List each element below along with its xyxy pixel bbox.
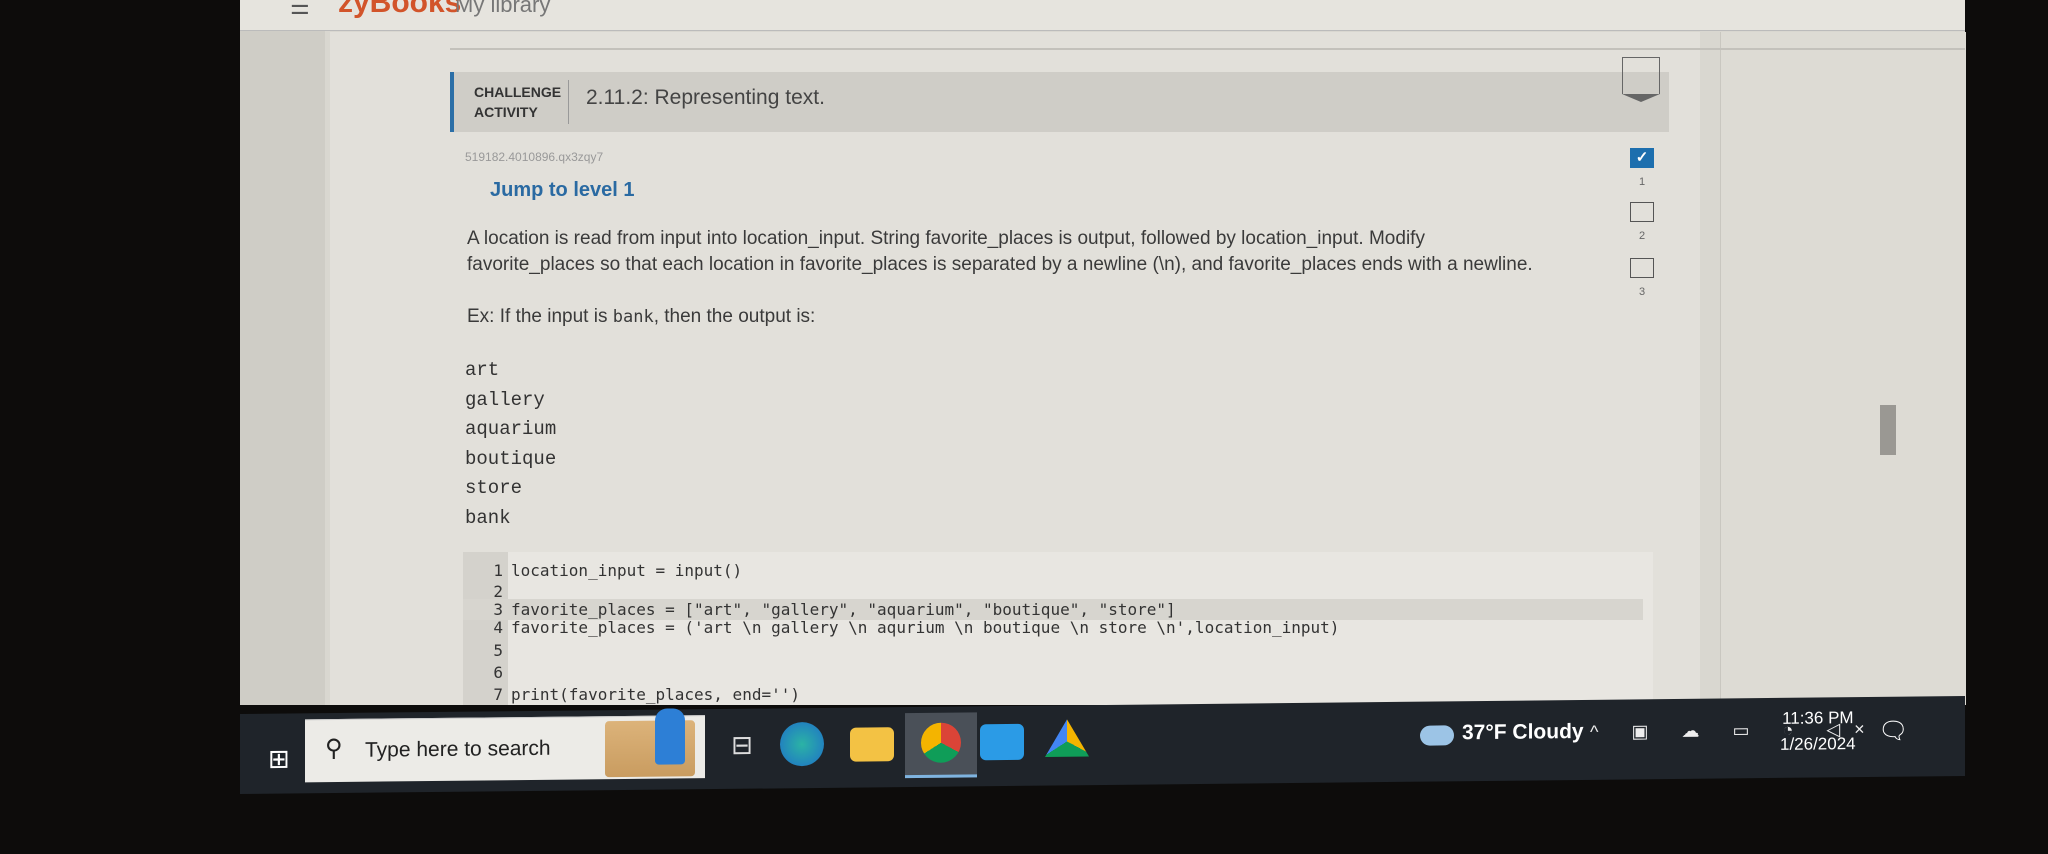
taskbar-search[interactable]: ⚲ Type here to search bbox=[305, 708, 705, 783]
code-line[interactable]: 4 favorite_places = ('art \n gallery \n a… bbox=[463, 617, 1339, 638]
challenge-header: CHALLENGE ACTIVITY 2.11.2: Representing t… bbox=[450, 72, 1669, 132]
chrome-icon[interactable] bbox=[905, 712, 977, 779]
left-sidebar bbox=[240, 30, 325, 705]
search-placeholder: Type here to search bbox=[365, 736, 551, 762]
right-panel bbox=[1720, 32, 1966, 705]
breadcrumb[interactable]: My library bbox=[455, 0, 550, 18]
notification-icon[interactable]: 🗨 bbox=[1878, 717, 1908, 746]
weather-text[interactable]: 37°F Cloudy bbox=[1462, 720, 1584, 745]
scrollbar-thumb[interactable] bbox=[1880, 405, 1896, 455]
clock[interactable]: 11:36 PM 1/26/2024 bbox=[1780, 705, 1856, 758]
code-line[interactable]: 1 location_input = input() bbox=[463, 560, 742, 581]
prompt-text: A location is read from input into locat… bbox=[467, 228, 1533, 275]
menu-icon[interactable]: ☰ bbox=[290, 0, 310, 20]
example-text: Ex: If the input is bank, then the outpu… bbox=[467, 306, 816, 327]
bookmark-icon[interactable] bbox=[1622, 57, 1660, 102]
code-line[interactable]: 5 bbox=[463, 640, 511, 661]
google-drive-icon[interactable] bbox=[1045, 719, 1089, 763]
task-view-icon[interactable]: ⊟ bbox=[720, 723, 764, 767]
jump-to-level-link[interactable]: Jump to level 1 bbox=[490, 179, 635, 202]
windows-start-icon[interactable]: ⊞ bbox=[268, 744, 290, 775]
search-icon: ⚲ bbox=[325, 734, 343, 763]
code-editor[interactable]: 1 location_input = input() 2 3 favorite_pl… bbox=[463, 552, 1653, 705]
mail-icon[interactable] bbox=[980, 723, 1024, 761]
example-output: art gallery aquarium boutique store bank bbox=[465, 359, 557, 529]
activity-type-label: CHALLENGE ACTIVITY bbox=[474, 84, 562, 120]
taskbar: ⊞ ⚲ Type here to search ⊟ 37°F Cloudy ^ … bbox=[240, 695, 1965, 795]
code-line[interactable]: 7 print(favorite_places, end='') bbox=[463, 684, 800, 705]
code-line[interactable]: 6 bbox=[463, 662, 511, 683]
check-icon: ✓ bbox=[1630, 148, 1654, 168]
level-1-indicator[interactable]: ✓ 1 bbox=[1630, 148, 1654, 188]
file-explorer-icon[interactable] bbox=[850, 727, 894, 762]
activity-id: 519182.4010896.qx3zqy7 bbox=[465, 150, 604, 164]
search-highlight-image bbox=[655, 708, 685, 765]
divider bbox=[450, 48, 1965, 50]
activity-title: 2.11.2: Representing text. bbox=[586, 86, 825, 109]
brand-logo[interactable]: zyBooks bbox=[338, 0, 461, 20]
edge-icon[interactable] bbox=[780, 721, 824, 767]
weather-cloud-icon bbox=[1420, 725, 1454, 746]
divider bbox=[568, 80, 569, 124]
